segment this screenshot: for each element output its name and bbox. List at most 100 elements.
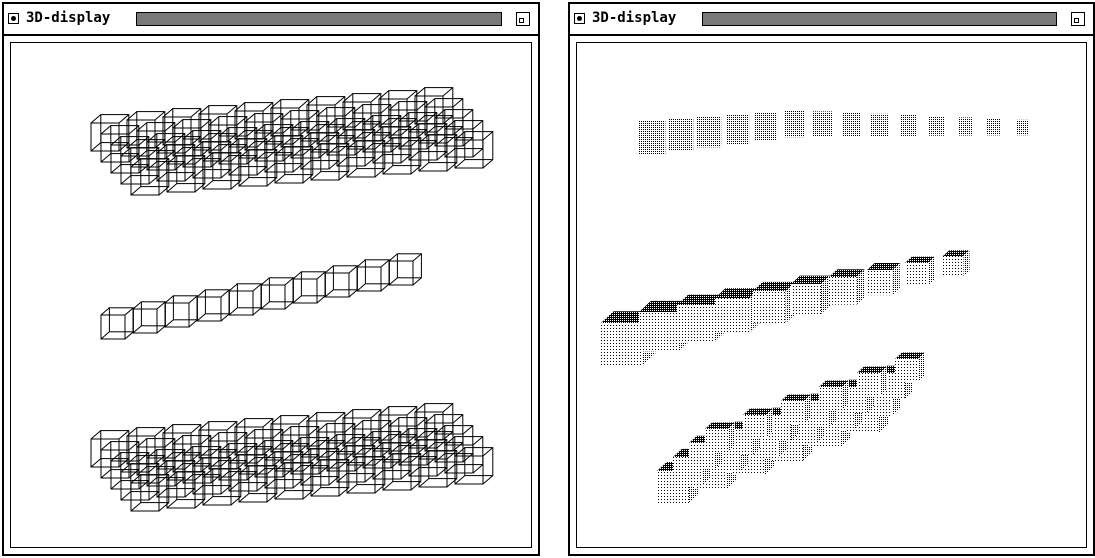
wireframe-cube bbox=[316, 107, 356, 145]
wireframe-cube bbox=[408, 123, 448, 161]
wireframe-cube bbox=[378, 90, 418, 128]
wireframe-cube bbox=[342, 409, 382, 447]
wireframe-cube bbox=[424, 98, 464, 136]
wireframe-cube bbox=[414, 403, 454, 441]
wireframe-cube bbox=[228, 454, 268, 492]
title-bar-drag-region[interactable] bbox=[136, 12, 502, 26]
wireframe-cube bbox=[166, 155, 206, 193]
wireframe-cube bbox=[342, 93, 382, 131]
wireframe-cube bbox=[352, 420, 392, 458]
window-right: 3D-display bbox=[568, 2, 1095, 556]
wireframe-cube bbox=[136, 122, 176, 160]
wireframe-cube bbox=[418, 134, 458, 172]
view-frame bbox=[576, 42, 1087, 548]
scene-shaded bbox=[601, 111, 1029, 503]
shaded-block bbox=[929, 116, 945, 136]
wireframe-cube bbox=[136, 438, 176, 476]
zoom-box-icon[interactable] bbox=[1071, 12, 1085, 26]
wireframe-cube bbox=[100, 307, 134, 340]
shaded-block bbox=[697, 117, 722, 148]
wireframe-cube bbox=[388, 253, 422, 286]
wireframe-cube bbox=[444, 120, 484, 158]
wireframe-cube bbox=[290, 437, 330, 475]
wireframe-cube bbox=[218, 127, 258, 165]
wireframe-cube bbox=[228, 283, 262, 316]
close-box-icon[interactable] bbox=[8, 13, 19, 24]
wireframe-cube bbox=[434, 109, 474, 147]
shaded-block bbox=[987, 118, 1001, 136]
wireframe-cube bbox=[192, 457, 232, 495]
wireframe-cube bbox=[120, 147, 160, 185]
wireframe-cube bbox=[192, 141, 232, 179]
close-box-icon[interactable] bbox=[574, 13, 585, 24]
shaded-block bbox=[1016, 119, 1029, 136]
wireframe-cube bbox=[280, 110, 320, 148]
wireframe-cube bbox=[146, 449, 186, 487]
wireframe-cube bbox=[130, 474, 170, 512]
shaded-cube bbox=[743, 408, 773, 438]
wireframe-cube bbox=[254, 440, 294, 478]
wireframe-cube bbox=[388, 417, 428, 455]
wireframe-cube bbox=[110, 452, 150, 490]
title-bar[interactable]: 3D-display bbox=[4, 4, 538, 36]
wireframe-cube bbox=[326, 118, 366, 156]
view-frame bbox=[10, 42, 532, 548]
shaded-block bbox=[871, 113, 889, 136]
wireframe-cube bbox=[208, 432, 248, 470]
wireframe-cube bbox=[326, 434, 366, 472]
shaded-cube bbox=[895, 352, 925, 382]
wireframe-cube bbox=[434, 425, 474, 463]
wireframe-cube bbox=[414, 87, 454, 125]
zoom-box-icon[interactable] bbox=[516, 12, 530, 26]
wireframe-cube bbox=[202, 152, 242, 190]
wireframe-cube bbox=[100, 441, 140, 479]
wireframe-cube bbox=[218, 443, 258, 481]
wireframe-cube bbox=[166, 471, 206, 509]
wireframe-cube bbox=[234, 418, 274, 456]
wireframe-cube bbox=[260, 277, 294, 310]
shaded-cube bbox=[819, 380, 849, 410]
wireframe-cube bbox=[238, 149, 278, 187]
wireframe-cube bbox=[238, 465, 278, 503]
wireframe-cube bbox=[372, 126, 412, 164]
wireframe-cube bbox=[234, 102, 274, 140]
wireframe-cube bbox=[382, 137, 422, 175]
wireframe-cube bbox=[270, 415, 310, 453]
wireframe-cube bbox=[398, 112, 438, 150]
wireframe-cube bbox=[162, 424, 202, 462]
wireframe-cube bbox=[196, 289, 230, 322]
wireframe-cube bbox=[202, 468, 242, 506]
wireframe-cube bbox=[346, 140, 386, 178]
wireframe-cube bbox=[316, 423, 356, 461]
wireframe-cube bbox=[382, 453, 422, 491]
shaded-block bbox=[726, 115, 750, 144]
shaded-cube bbox=[791, 275, 830, 314]
wireframe-cube bbox=[198, 421, 238, 459]
wireframe-cube bbox=[292, 271, 326, 304]
shaded-cube bbox=[867, 262, 900, 296]
shaded-cube bbox=[905, 256, 935, 286]
shaded-block bbox=[668, 119, 694, 151]
wireframe-cube bbox=[146, 133, 186, 171]
wireframe-cube bbox=[90, 430, 130, 468]
wireframe-cube bbox=[182, 130, 222, 168]
scene-wireframe bbox=[90, 87, 494, 512]
wireframe-cube bbox=[300, 448, 340, 486]
wireframe-cube bbox=[156, 144, 196, 182]
wireframe-cube bbox=[336, 129, 376, 167]
wireframe-cube bbox=[324, 265, 358, 298]
wireframe-cube bbox=[408, 439, 448, 477]
title-bar[interactable]: 3D-display bbox=[570, 4, 1093, 36]
wireframe-cube bbox=[110, 136, 150, 174]
shaded-block bbox=[900, 115, 917, 136]
wireframe-cube bbox=[310, 459, 350, 497]
wireframe-cube bbox=[172, 119, 212, 157]
wireframe-cube bbox=[172, 435, 212, 473]
shaded-cube bbox=[943, 250, 970, 277]
title-bar-drag-region[interactable] bbox=[702, 12, 1057, 26]
wireframe-cube bbox=[300, 132, 340, 170]
wireframe-cube bbox=[270, 99, 310, 137]
wireframe-cube bbox=[126, 111, 166, 149]
wireframe-cube bbox=[356, 259, 390, 292]
shaded-cube bbox=[705, 422, 735, 452]
